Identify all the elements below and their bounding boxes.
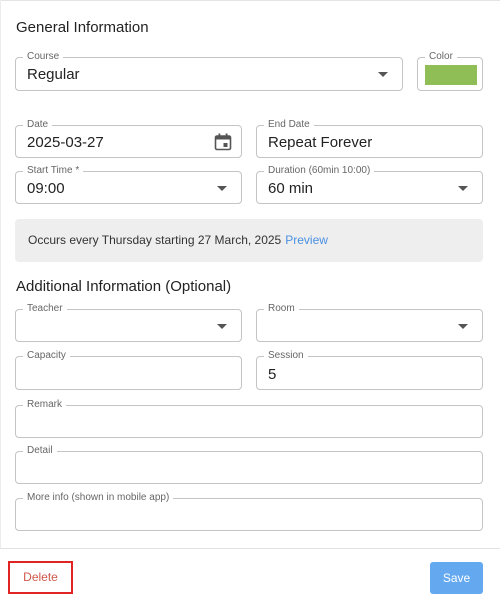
top-border bbox=[0, 0, 500, 1]
start-time-value: 09:00 bbox=[27, 180, 65, 197]
start-time-label: Start Time * bbox=[23, 165, 84, 177]
course-label: Course bbox=[23, 51, 64, 63]
chevron-down-icon bbox=[217, 186, 227, 191]
remark-label: Remark bbox=[23, 399, 67, 411]
room-label: Room bbox=[264, 303, 299, 315]
date-value: 2025-03-27 bbox=[27, 134, 104, 151]
more-info-field[interactable]: More info (shown in mobile app) bbox=[15, 492, 483, 531]
general-information-heading: General Information bbox=[16, 19, 149, 36]
save-button[interactable]: Save bbox=[430, 562, 483, 594]
more-info-label: More info (shown in mobile app) bbox=[23, 492, 174, 504]
capacity-label: Capacity bbox=[23, 350, 70, 362]
room-select[interactable]: Room bbox=[256, 303, 483, 342]
chevron-down-icon bbox=[217, 324, 227, 329]
color-label: Color bbox=[425, 51, 457, 63]
recurrence-text: Occurs every Thursday starting 27 March,… bbox=[28, 233, 282, 247]
color-picker[interactable]: Color bbox=[417, 51, 483, 91]
teacher-select[interactable]: Teacher bbox=[15, 303, 242, 342]
recurrence-summary: Occurs every Thursday starting 27 March,… bbox=[15, 219, 483, 262]
recurrence-text-row: Occurs every Thursday starting 27 March,… bbox=[28, 233, 328, 247]
chevron-down-icon bbox=[378, 72, 388, 77]
delete-button[interactable]: Delete bbox=[8, 561, 73, 594]
end-date-field[interactable]: End Date Repeat Forever bbox=[256, 119, 483, 158]
session-value: 5 bbox=[268, 366, 277, 383]
teacher-label: Teacher bbox=[23, 303, 67, 315]
duration-value: 60 min bbox=[268, 180, 314, 197]
date-label: Date bbox=[23, 119, 53, 131]
end-date-label: End Date bbox=[264, 119, 314, 131]
detail-label: Detail bbox=[23, 445, 57, 457]
session-label: Session bbox=[264, 350, 308, 362]
duration-label: Duration (60min 10:00) bbox=[264, 165, 375, 177]
left-border bbox=[0, 0, 1, 548]
duration-select[interactable]: Duration (60min 10:00) 60 min bbox=[256, 165, 483, 204]
preview-link[interactable]: Preview bbox=[285, 233, 328, 247]
course-value: Regular bbox=[27, 66, 80, 83]
start-time-select[interactable]: Start Time * 09:00 bbox=[15, 165, 242, 204]
detail-field[interactable]: Detail bbox=[15, 445, 483, 484]
additional-information-heading: Additional Information (Optional) bbox=[16, 278, 232, 295]
chevron-down-icon bbox=[458, 324, 468, 329]
color-swatch[interactable] bbox=[425, 65, 477, 85]
chevron-down-icon bbox=[458, 186, 468, 191]
date-field[interactable]: Date 2025-03-27 bbox=[15, 119, 242, 158]
remark-field[interactable]: Remark bbox=[15, 399, 483, 438]
course-select[interactable]: Course Regular bbox=[15, 51, 403, 91]
footer-divider bbox=[0, 548, 500, 549]
session-field[interactable]: Session 5 bbox=[256, 350, 483, 390]
calendar-icon[interactable] bbox=[214, 133, 232, 151]
end-date-value: Repeat Forever bbox=[268, 134, 373, 151]
capacity-field[interactable]: Capacity bbox=[15, 350, 242, 390]
